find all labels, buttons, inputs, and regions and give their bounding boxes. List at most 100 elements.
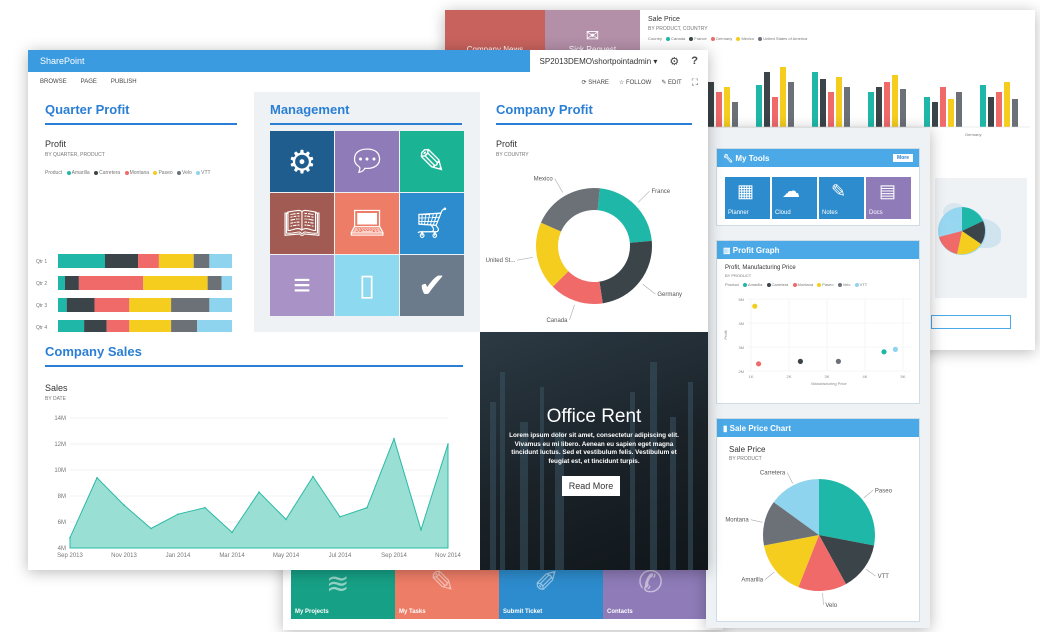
sales-point	[150, 527, 152, 530]
tab-publish[interactable]: PUBLISH	[111, 79, 137, 85]
qp-bar-segment	[94, 298, 130, 312]
docs-icon: ▤	[879, 181, 897, 201]
qp-chart-subtitle: BY QUARTER, PRODUCT	[45, 152, 105, 158]
user-menu[interactable]: SP2013DEMO\shortpointadmin ▾	[540, 57, 658, 66]
chat-tile[interactable]: 💬︎	[335, 131, 399, 192]
company-profit-section: Company Profit Profit BY COUNTRY France G…	[480, 92, 708, 332]
scatter-point	[892, 346, 898, 352]
scatter-y-label: Profit	[723, 329, 728, 339]
scatter-point	[835, 358, 841, 364]
app-name[interactable]: SharePoint	[28, 56, 85, 66]
follow-button[interactable]: ☆ FOLLOW	[619, 79, 651, 86]
scatter-subtitle: BY PRODUCT	[725, 273, 752, 278]
donut-label: France	[651, 189, 670, 195]
sales-x-tick: Jan 2014	[166, 553, 191, 559]
back-bar	[836, 77, 842, 127]
donut-leader	[642, 284, 656, 295]
docs-tile[interactable]: ▤ Docs	[866, 177, 911, 219]
read-more-button[interactable]: Read More	[562, 476, 620, 496]
notes-label: Notes	[822, 210, 838, 216]
pie-label: Paseo	[875, 488, 893, 494]
back-search-input[interactable]	[931, 315, 1011, 329]
donut-leader	[517, 256, 534, 261]
sales-x-tick: Mar 2014	[219, 553, 245, 559]
cloud-tile[interactable]: ☁ Cloud	[772, 177, 817, 219]
qp-category-label: Qtr 2	[36, 281, 47, 287]
scatter-point	[752, 303, 758, 309]
back-bar	[780, 67, 786, 127]
back-bar	[812, 72, 818, 127]
calendar-icon: ▦	[737, 181, 755, 201]
qp-bar-segment	[221, 276, 232, 290]
sales-point	[312, 475, 314, 478]
qp-bar-segment	[171, 298, 210, 312]
donut-label: United St...	[486, 258, 516, 264]
sales-y-tick: 4M	[58, 546, 66, 552]
share-button[interactable]: ⟳ SHARE	[582, 79, 609, 86]
edit-tile[interactable]: ✎	[400, 131, 464, 192]
gear-icon[interactable]: ⚙	[669, 55, 679, 68]
back-bar	[756, 85, 762, 127]
edit-button[interactable]: ✎ EDIT	[661, 79, 681, 86]
book-tile[interactable]: 📖︎	[270, 193, 334, 254]
more-button[interactable]: More	[893, 154, 913, 162]
company-profit-donut: France Germany Canada United St... Mexico	[486, 177, 682, 322]
cloud-label: Cloud	[775, 210, 791, 216]
qp-bar-segment	[66, 298, 95, 312]
back-bar	[732, 102, 738, 127]
submit-ticket-tile[interactable]: ✐ Submit Ticket	[499, 565, 603, 619]
focus-icon[interactable]: ⛶	[692, 77, 698, 88]
shopping-cart-icon: 🛒︎	[412, 207, 452, 240]
back-bar	[956, 92, 962, 127]
back-bar	[892, 75, 898, 127]
my-projects-tile[interactable]: ≋ My Projects	[291, 565, 395, 619]
donut-leader	[569, 304, 575, 321]
sale-price-chart-header: ▮ Sale Price Chart	[717, 419, 919, 437]
management-heading: Management	[270, 102, 350, 117]
gear-icon: ⚙	[287, 143, 317, 180]
help-icon[interactable]: ?	[691, 55, 698, 67]
scatter-x-tick: 1K	[749, 374, 754, 379]
company-sales-section: Company Sales Sales BY DATE 4M 6M 8M 10M 12M…	[28, 332, 480, 570]
check-tile[interactable]: ✔	[400, 255, 464, 316]
qp-bar-segment	[64, 276, 79, 290]
qp-bar-segment	[58, 276, 65, 290]
pencil-icon: ✎	[661, 79, 667, 86]
planner-tile[interactable]: ▦ Planner	[725, 177, 770, 219]
sales-point	[123, 504, 125, 506]
qp-bar-segment	[104, 254, 139, 268]
back-bar	[820, 79, 826, 127]
management-section: Management ⚙ 💬︎ ✎ 📖︎ 💻︎ 🛒︎ ≡ ▯ ✔	[254, 92, 480, 332]
back-bar	[932, 102, 938, 127]
back-bar	[884, 82, 890, 127]
star-icon: ☆	[618, 79, 625, 86]
cart-tile[interactable]: 🛒︎	[400, 193, 464, 254]
pie-title: Sale Price	[729, 445, 766, 454]
my-tasks-tile[interactable]: ✎ My Tasks	[395, 565, 499, 619]
profit-graph-header: ▥ Profit Graph	[717, 241, 919, 259]
scatter-y-tick: 3M	[738, 345, 744, 350]
edit-icon: ✐	[534, 566, 560, 599]
back-bar	[724, 87, 730, 127]
laptop-tile[interactable]: 💻︎	[335, 193, 399, 254]
back-bar	[940, 87, 946, 127]
database-tile[interactable]: ≡	[270, 255, 334, 316]
company-profit-heading: Company Profit	[496, 102, 593, 117]
sales-area	[69, 437, 449, 549]
contacts-tile[interactable]: ✆ Contacts	[603, 565, 707, 619]
my-tasks-label: My Tasks	[399, 609, 426, 615]
sales-x-tick: Nov 2014	[435, 553, 461, 559]
notes-tile[interactable]: ✎ Notes	[819, 177, 864, 219]
world-map	[935, 178, 1027, 298]
sale-price-chart-title: Sale Price Chart	[729, 423, 792, 433]
qp-category-label: Qtr 4	[36, 325, 47, 331]
layers-icon: ≋	[326, 568, 350, 599]
tab-page[interactable]: PAGE	[81, 79, 97, 85]
qp-bar-segment	[209, 254, 232, 268]
document-tile[interactable]: ▯	[335, 255, 399, 316]
tab-browse[interactable]: BROWSE	[40, 79, 67, 85]
share-icon: ⟳	[581, 79, 587, 86]
back-bar	[716, 92, 722, 127]
quarter-profit-heading: Quarter Profit	[45, 102, 130, 117]
settings-tile[interactable]: ⚙	[270, 131, 334, 192]
